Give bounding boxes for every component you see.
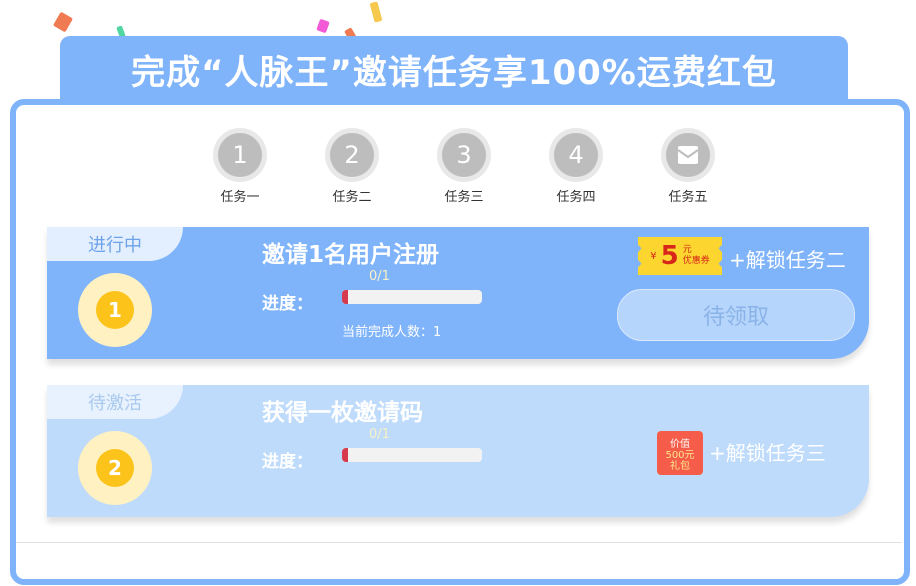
coupon-reward: ¥ 5 元 优惠券 xyxy=(638,237,722,275)
gift-label-amount: 500元 xyxy=(665,449,695,461)
step-number: 3 xyxy=(442,133,486,177)
task-card-2: 待激活 2 获得一枚邀请码 0/1 进度： 价值 500元 礼包 +解锁任务三 xyxy=(47,385,869,517)
current-completed: 当前完成人数：1 xyxy=(342,325,442,340)
step-number: 2 xyxy=(330,133,374,177)
step-number: 1 xyxy=(218,133,262,177)
status-badge: 进行中 xyxy=(47,227,183,261)
task-number-badge: 2 xyxy=(78,431,152,505)
step-5[interactable]: 任务五 xyxy=(648,128,728,205)
confetti-decoration xyxy=(316,18,330,34)
step-label: 任务一 xyxy=(220,190,260,205)
coupon-amount: 5 xyxy=(660,241,679,271)
banner-title: 完成“人脉王”邀请任务享100%运费红包 xyxy=(131,52,777,93)
progress-count: 0/1 xyxy=(369,427,390,442)
progress-label: 进度： xyxy=(262,452,313,472)
gift-label-package: 礼包 xyxy=(670,460,690,472)
coupon-unit: 元 xyxy=(682,245,692,255)
task-card-1: 进行中 1 邀请1名用户注册 0/1 进度： 当前完成人数：1 ¥ 5 元 优惠… xyxy=(47,227,869,359)
task-steps: 1 任务一 2 任务二 3 任务三 4 任务四 任务五 xyxy=(0,128,916,208)
progress-bar xyxy=(342,448,482,462)
reward-text: +解锁任务三 xyxy=(709,441,826,465)
confetti-decoration xyxy=(369,1,383,23)
step-1[interactable]: 1 任务一 xyxy=(200,128,280,205)
confetti-decoration xyxy=(52,11,74,33)
step-label: 任务五 xyxy=(668,190,708,205)
gift-envelope-icon xyxy=(666,133,710,177)
progress-bar xyxy=(342,290,482,304)
progress-count: 0/1 xyxy=(369,269,390,284)
divider xyxy=(16,542,902,543)
gift-package-icon: 价值 500元 礼包 xyxy=(657,431,703,475)
task-title: 获得一枚邀请码 xyxy=(262,400,423,426)
task-number: 1 xyxy=(96,291,134,329)
task-number: 2 xyxy=(96,449,134,487)
claim-button[interactable]: 待领取 xyxy=(617,289,855,341)
step-4[interactable]: 4 任务四 xyxy=(536,128,616,205)
step-number: 4 xyxy=(554,133,598,177)
progress-fill xyxy=(342,290,348,304)
step-3[interactable]: 3 任务三 xyxy=(424,128,504,205)
step-label: 任务二 xyxy=(332,190,372,205)
progress-label: 进度： xyxy=(262,294,313,314)
gift-label-value: 价值 xyxy=(670,438,690,450)
status-badge: 待激活 xyxy=(47,385,183,419)
step-label: 任务三 xyxy=(444,190,484,205)
step-2[interactable]: 2 任务二 xyxy=(312,128,392,205)
reward-text: +解锁任务二 xyxy=(729,248,846,272)
step-label: 任务四 xyxy=(556,190,596,205)
task-title: 邀请1名用户注册 xyxy=(262,242,440,268)
coupon-currency: ¥ xyxy=(650,250,657,262)
progress-fill xyxy=(342,448,348,462)
coupon-label: 优惠券 xyxy=(682,256,710,266)
task-number-badge: 1 xyxy=(78,273,152,347)
banner-header: 完成“人脉王”邀请任务享100%运费红包 xyxy=(60,36,848,102)
